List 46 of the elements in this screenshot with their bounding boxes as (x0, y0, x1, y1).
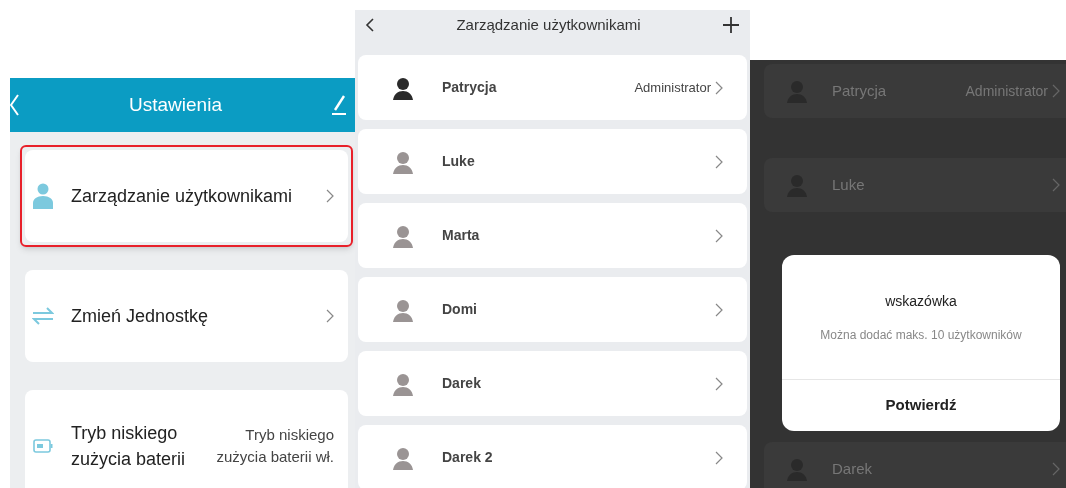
user-role: Administrator (634, 78, 711, 97)
item-label: Tryb niskiego zużycia baterii (71, 422, 187, 471)
swap-arrows-icon (31, 305, 55, 327)
chevron-icon (326, 189, 334, 203)
user-name: Marta (442, 226, 481, 245)
chevron-icon (715, 154, 723, 169)
user-name: Darek (442, 374, 482, 393)
battery-icon (31, 439, 55, 453)
chevron-icon (715, 80, 723, 95)
settings-item[interactable]: Tryb niskiego zużycia baterii Tryb niskiego zużycia baterii wł. (25, 390, 348, 488)
user-name: Patrycja (832, 80, 888, 101)
chevron-icon (1052, 462, 1060, 476)
user-name: Domi (442, 300, 478, 319)
user-name: Darek (832, 458, 873, 479)
chevron-icon (1052, 84, 1060, 98)
chevron-icon (1052, 178, 1060, 192)
user-row[interactable]: Domi (358, 277, 747, 342)
dialog-title: wskazówka (884, 292, 958, 311)
chevron-icon (715, 450, 723, 465)
user-row[interactable]: Marta (358, 203, 747, 268)
back-icon[interactable] (365, 17, 375, 33)
confirm-button[interactable]: Potwierdź (782, 379, 1060, 431)
item-value: Tryb niskiego zużycia baterii wł. (215, 425, 334, 467)
user-icon (31, 183, 55, 209)
user-row[interactable]: Luke (358, 129, 747, 194)
chevron-icon (715, 228, 723, 243)
screen-title: Zarządzanie użytkownikami (456, 14, 641, 35)
user-name: Luke (832, 174, 866, 195)
user-row[interactable]: Patrycja Administrator (358, 55, 747, 120)
add-icon[interactable] (722, 16, 740, 34)
chevron-icon (326, 309, 334, 323)
settings-item[interactable]: Zmień Jednostkę (25, 270, 348, 362)
chevron-icon (715, 302, 723, 317)
item-label: Zarządzanie użytkownikami (71, 184, 294, 208)
chevron-icon (715, 376, 723, 391)
settings-item[interactable]: Zarządzanie użytkownikami (25, 150, 348, 242)
user-name: Darek 2 (442, 448, 494, 467)
screen-title: Ustawienia (129, 92, 222, 117)
pencil-icon[interactable] (331, 95, 347, 115)
user-row[interactable]: Darek (358, 351, 747, 416)
user-role: Administrator (965, 81, 1048, 101)
dialog-message: Można dodać maks. 10 użytkowników (819, 327, 1023, 344)
item-label: Zmień Jednostkę (71, 304, 210, 328)
user-row[interactable]: Darek 2 (358, 425, 747, 488)
user-name: Luke (442, 152, 476, 171)
user-name: Patrycja (442, 78, 498, 97)
